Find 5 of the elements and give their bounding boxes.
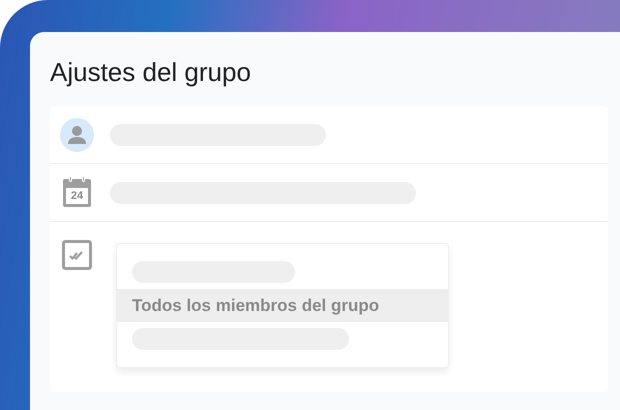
calendar-day-number: 24 bbox=[66, 188, 88, 204]
double-check-box-icon bbox=[62, 240, 92, 270]
user-avatar-icon bbox=[60, 118, 94, 152]
panel-title: Ajustes del grupo bbox=[50, 56, 252, 89]
menu-option[interactable]: Todos los miembros del grupo bbox=[117, 288, 448, 322]
